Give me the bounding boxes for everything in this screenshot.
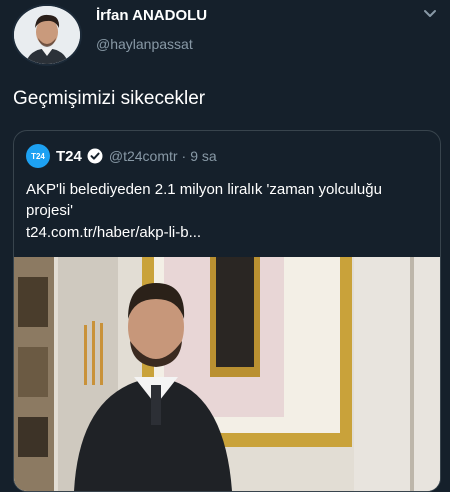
quote-text: AKP'li belediyeden 2.1 milyon liralık 'z…	[26, 181, 382, 219]
author-handle[interactable]: @haylanpassat	[96, 36, 193, 52]
avatar-photo	[14, 6, 80, 64]
quote-avatar[interactable]: T24	[26, 144, 50, 168]
quote-media-image[interactable]	[14, 257, 440, 491]
quote-author-handle[interactable]: @t24comtr	[109, 148, 178, 164]
quote-separator: ·	[181, 148, 187, 164]
verified-badge-icon	[87, 148, 103, 164]
quote-author-name[interactable]: T24	[56, 148, 82, 165]
news-photo	[14, 257, 440, 491]
quote-link[interactable]: t24.com.tr/haber/akp-li-b...	[26, 224, 201, 241]
quote-timestamp[interactable]: 9 sa	[190, 148, 216, 164]
quote-header: T24 T24 @t24comtr · 9 sa	[26, 144, 217, 168]
chevron-down-icon[interactable]	[422, 6, 438, 22]
author-display-name[interactable]: İrfan ANADOLU	[96, 7, 207, 24]
quoted-tweet-card[interactable]: T24 T24 @t24comtr · 9 sa AKP'li belediye…	[13, 130, 441, 492]
author-avatar[interactable]	[12, 4, 82, 66]
tweet-text: Geçmişimizi sikecekler	[13, 88, 206, 109]
